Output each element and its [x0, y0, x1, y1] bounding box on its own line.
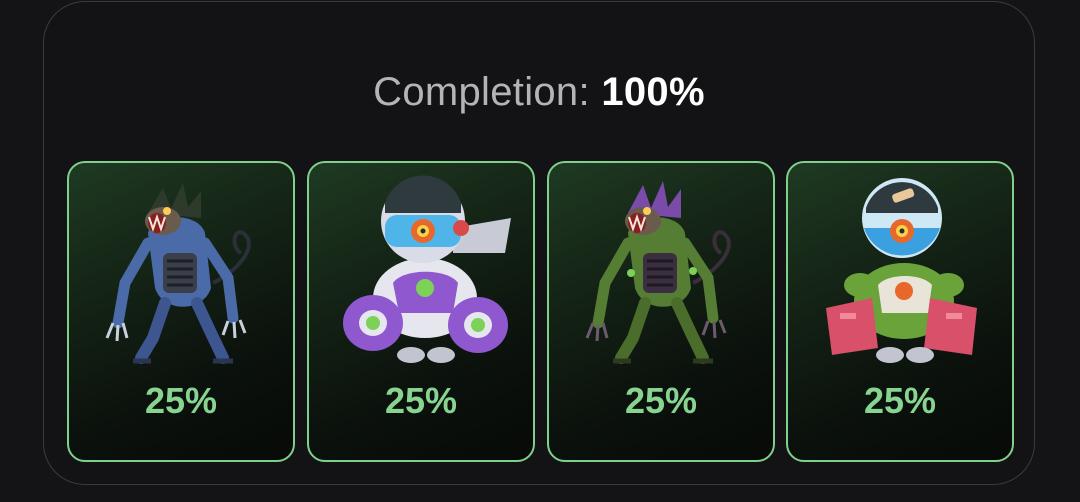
card-percent: 25% [144, 380, 218, 421]
card-percent: 25% [384, 380, 458, 421]
astronaut-robot-icon [343, 175, 511, 363]
rat-monster-icon [105, 183, 251, 364]
collection-card-green-rat[interactable]: 25% [547, 161, 775, 462]
completion-heading: Completion: 100% [44, 68, 1034, 116]
completion-label: Completion: [373, 70, 590, 114]
astronaut-robot-icon [826, 178, 977, 363]
card-percent: 25% [624, 380, 698, 421]
collection-card-green-robot[interactable]: 25% [786, 161, 1014, 462]
collection-card-purple-robot[interactable]: 25% [307, 161, 535, 462]
rat-monster-icon [585, 181, 731, 364]
completion-value: 100% [601, 70, 705, 114]
collection-card-blue-rat[interactable]: 25% [67, 161, 295, 462]
card-percent: 25% [863, 380, 937, 421]
